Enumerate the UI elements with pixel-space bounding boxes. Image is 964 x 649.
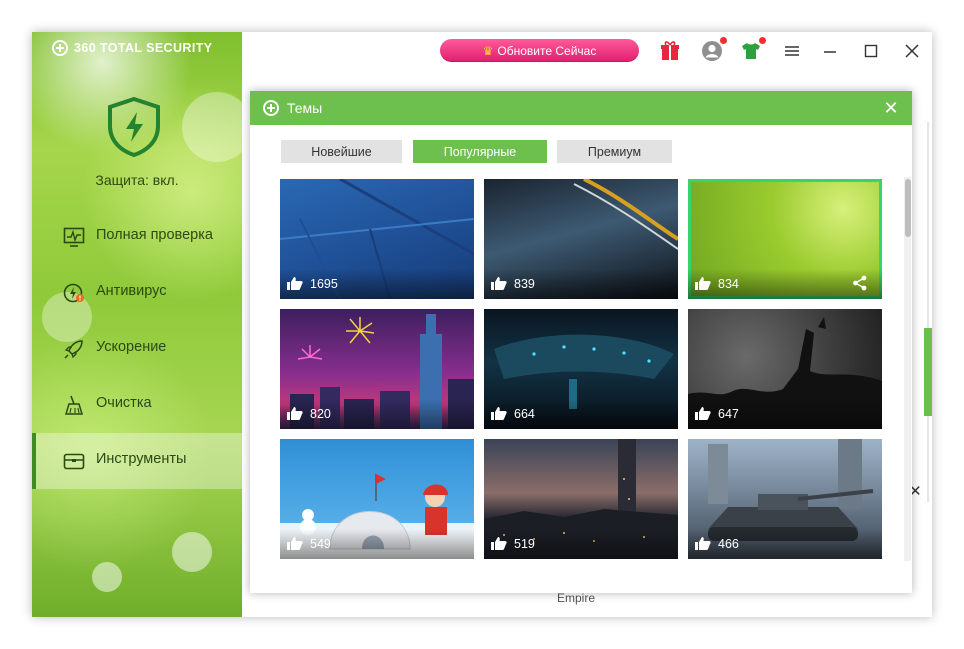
likes-count: 549 xyxy=(310,537,331,551)
theme-tile-crowd[interactable]: 647 xyxy=(688,309,882,429)
theme-tile-windows[interactable]: 1695 xyxy=(280,179,474,299)
theme-tile-green[interactable]: 834 xyxy=(688,179,882,299)
themes-scrollbar-thumb[interactable] xyxy=(905,179,911,237)
themes-dialog: Темы ✕ Новейшие Популярные Премиум 1695 xyxy=(250,91,912,593)
theme-tile-christmas[interactable]: 549 xyxy=(280,439,474,559)
upgrade-label: Обновите Сейчас xyxy=(497,43,597,58)
toolbox-icon xyxy=(63,453,85,470)
likes-count: 1695 xyxy=(310,277,338,291)
nav-item-label: Ускорение xyxy=(96,339,167,355)
theme-tile-tank[interactable]: 466 xyxy=(688,439,882,559)
360-logo-icon xyxy=(52,40,68,56)
menu-icon[interactable] xyxy=(780,39,804,63)
theme-tile-city[interactable]: 519 xyxy=(484,439,678,559)
thumbs-up-icon[interactable] xyxy=(491,276,507,290)
likes-count: 466 xyxy=(718,537,739,551)
nav-item-speedup[interactable]: Ускорение xyxy=(32,321,242,377)
tab-newest[interactable]: Новейшие xyxy=(281,140,402,163)
app-window: 360 TOTAL SECURITY Защита: вкл. Полная п… xyxy=(32,32,932,617)
maximize-icon[interactable] xyxy=(859,39,883,63)
protection-status: Защита: вкл. xyxy=(95,172,179,188)
notification-dot xyxy=(759,37,766,44)
thumbs-up-icon[interactable] xyxy=(287,276,303,290)
notification-dot xyxy=(720,37,727,44)
tab-premium[interactable]: Премиум xyxy=(557,140,672,163)
thumbs-up-icon[interactable] xyxy=(491,536,507,550)
bokeh-decoration xyxy=(182,92,242,162)
likes-count: 839 xyxy=(514,277,535,291)
likes-count: 519 xyxy=(514,537,535,551)
nav-item-cleanup[interactable]: Очистка xyxy=(32,377,242,433)
likes-count: 664 xyxy=(514,407,535,421)
nav-item-label: Полная проверка xyxy=(96,227,213,243)
bokeh-decoration xyxy=(172,532,212,572)
bokeh-decoration xyxy=(92,562,122,592)
likes-count: 647 xyxy=(718,407,739,421)
theme-tile-spaceship[interactable]: 664 xyxy=(484,309,678,429)
thumbs-up-icon[interactable] xyxy=(695,536,711,550)
thumbs-up-icon[interactable] xyxy=(491,406,507,420)
thumbs-up-icon[interactable] xyxy=(695,276,711,290)
antivirus-bolt-icon xyxy=(63,283,84,303)
dialog-header: Темы ✕ xyxy=(250,91,912,125)
thumbs-up-icon[interactable] xyxy=(287,406,303,420)
close-icon[interactable] xyxy=(900,39,924,63)
nav-item-antivirus[interactable]: Антивирус xyxy=(32,265,242,321)
theme-tile-car[interactable]: 839 xyxy=(484,179,678,299)
360-logo-icon xyxy=(263,100,279,116)
upgrade-button[interactable]: ♛ Обновите Сейчас xyxy=(440,39,639,62)
theme-tile-fireworks[interactable]: 820 xyxy=(280,309,474,429)
background-text: Empire xyxy=(557,591,596,605)
rocket-icon xyxy=(64,340,83,359)
shield-icon[interactable] xyxy=(106,96,162,158)
nav-item-label: Очистка xyxy=(96,395,152,411)
dialog-title: Темы xyxy=(287,100,323,116)
share-icon[interactable] xyxy=(852,275,868,291)
main-scrollbar[interactable] xyxy=(927,122,929,502)
monitor-scan-icon xyxy=(63,227,85,247)
thumbs-up-icon[interactable] xyxy=(695,406,711,420)
sidebar: 360 TOTAL SECURITY Защита: вкл. Полная п… xyxy=(32,32,242,617)
brand-logo: 360 TOTAL SECURITY xyxy=(52,40,212,56)
gift-icon[interactable] xyxy=(658,39,682,63)
nav-item-full-scan[interactable]: Полная проверка xyxy=(32,209,242,265)
nav-item-label: Антивирус xyxy=(96,283,167,299)
broom-icon xyxy=(64,395,84,415)
likes-count: 834 xyxy=(718,277,739,291)
nav-item-label: Инструменты xyxy=(96,451,187,467)
likes-count: 820 xyxy=(310,407,331,421)
side-accent-strip xyxy=(924,328,932,416)
brand-name: 360 TOTAL SECURITY xyxy=(74,41,213,55)
nav-item-tools[interactable]: Инструменты xyxy=(32,433,242,489)
tab-popular[interactable]: Популярные xyxy=(413,140,547,163)
minimize-icon[interactable] xyxy=(818,39,842,63)
dialog-close-icon[interactable]: ✕ xyxy=(881,98,901,118)
thumbs-up-icon[interactable] xyxy=(287,536,303,550)
crown-icon: ♛ xyxy=(482,43,494,58)
